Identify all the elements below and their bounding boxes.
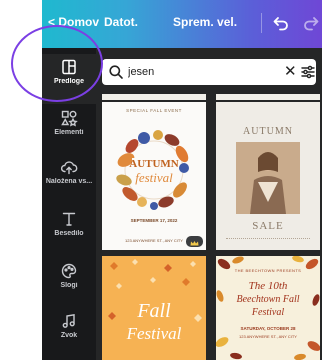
template-top-label: THE BEECHTOWN PRESENTS — [234, 268, 302, 273]
template-title-script: Festival — [126, 324, 182, 343]
template-top-label: SPECIAL FALL EVENT — [126, 108, 182, 113]
sidebar-item-styles[interactable]: Slogi — [42, 258, 96, 308]
template-title-script: festival — [135, 170, 173, 185]
sidebar-item-audio[interactable]: Zvok — [42, 308, 96, 358]
resize-button[interactable]: Sprem. vel. — [173, 15, 237, 29]
template-thumbnail-partial[interactable] — [102, 94, 206, 100]
text-icon — [62, 212, 76, 226]
sidebar-item-label: Naložena vs... — [45, 178, 93, 185]
sidebar-item-label: Zvok — [60, 332, 78, 339]
premium-badge — [186, 236, 203, 247]
music-icon — [62, 313, 75, 328]
template-title: AUTUMN — [129, 158, 179, 170]
filter-icon[interactable] — [300, 64, 316, 80]
sidebar-item-label: Slogi — [60, 282, 78, 289]
model-photo — [236, 142, 300, 214]
redo-icon[interactable] — [301, 13, 321, 33]
template-title-line2: Beechtown Fall — [236, 294, 300, 305]
toolbar-divider — [261, 13, 262, 33]
palette-icon — [61, 263, 77, 279]
undo-icon[interactable] — [271, 13, 291, 33]
template-title: Fall — [137, 300, 171, 322]
template-subtitle: SALE — [252, 220, 284, 232]
highlight-circle-annotation — [11, 25, 103, 102]
template-card-fall-festival[interactable]: Fall Festival — [102, 256, 206, 360]
upload-cloud-icon — [60, 161, 78, 175]
template-fine-print — [226, 238, 310, 240]
sidebar-item-text[interactable]: Besedilo — [42, 206, 96, 256]
templates-panel: ✕ — [96, 48, 322, 360]
template-title: The 10th — [248, 280, 288, 292]
template-thumbnail-partial[interactable] — [216, 94, 320, 100]
template-search-bar[interactable]: ✕ — [102, 59, 316, 85]
crown-icon — [190, 241, 199, 246]
template-address: 123 ANYWHERE ST., ANY CITY — [239, 334, 297, 339]
clear-search-icon[interactable]: ✕ — [284, 64, 298, 80]
person-photo-illustration — [236, 142, 300, 214]
search-input[interactable] — [128, 63, 268, 81]
template-card-autumn-sale[interactable]: AUTUMN SALE — [216, 102, 320, 250]
search-icon — [109, 65, 123, 79]
template-date: SATURDAY, OCTOBER 28 — [240, 326, 296, 331]
template-title-line3: Festival — [251, 307, 285, 318]
template-card-beechtown-festival[interactable]: THE BEECHTOWN PRESENTS The 10th Beechtow… — [216, 256, 320, 360]
template-date: SEPTEMBER 17, 2022 — [130, 218, 178, 223]
template-card-autumn-festival[interactable]: SPECIAL FALL EVENT AUTUMN festival SEPTE… — [102, 102, 206, 250]
sidebar-item-uploads[interactable]: Naložena vs... — [42, 154, 96, 204]
sidebar-item-elements[interactable]: Elementi — [42, 105, 96, 155]
template-title: AUTUMN — [243, 126, 293, 137]
shapes-icon — [61, 110, 78, 127]
sidebar-item-label: Elementi — [54, 129, 84, 136]
sidebar-item-label: Besedilo — [54, 230, 84, 237]
file-menu-button[interactable]: Datot. — [104, 15, 138, 29]
